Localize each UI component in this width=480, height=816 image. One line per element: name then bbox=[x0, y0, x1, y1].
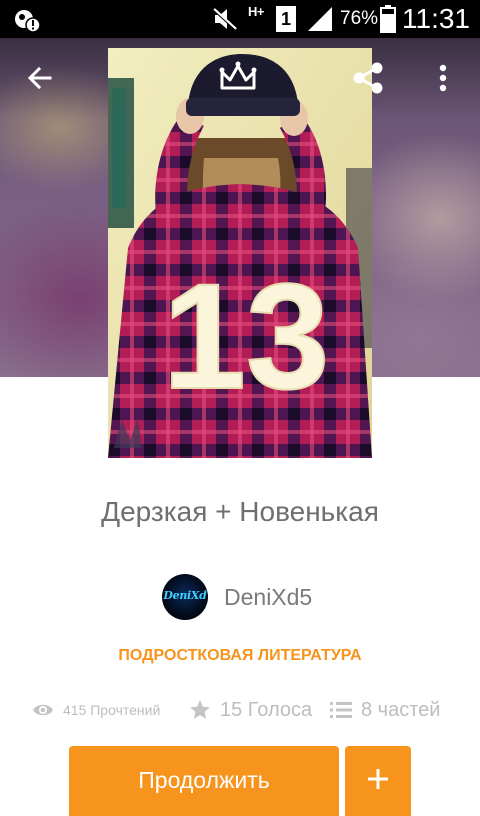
mute-icon bbox=[211, 6, 239, 32]
reads-count: 415 Прочтений bbox=[63, 702, 161, 718]
author-avatar-text: DeniXd bbox=[163, 589, 207, 602]
signal-icon bbox=[306, 6, 334, 32]
star-icon bbox=[189, 699, 211, 721]
list-icon bbox=[330, 701, 352, 719]
more-vertical-icon bbox=[439, 64, 447, 97]
parts-count: 8 частей bbox=[361, 698, 441, 721]
author-link[interactable]: DeniXd DeniXd5 bbox=[162, 574, 312, 620]
cover-jersey-number: 13 bbox=[163, 252, 330, 420]
clock: 11:31 bbox=[402, 3, 470, 34]
author-avatar[interactable]: DeniXd bbox=[162, 574, 208, 620]
story-cover-image: 13 bbox=[108, 48, 372, 458]
share-icon bbox=[350, 60, 386, 101]
more-options-button[interactable] bbox=[428, 60, 458, 100]
eye-icon bbox=[32, 702, 54, 718]
parts-stat: 8 частей bbox=[330, 694, 440, 726]
arrow-left-icon bbox=[26, 64, 54, 97]
votes-stat: 15 Голоса bbox=[189, 694, 312, 726]
story-category-link[interactable]: ПОДРОСТКОВАЯ ЛИТЕРАТУРА bbox=[0, 646, 480, 666]
network-type-label: H+ bbox=[248, 4, 264, 19]
battery-percent: 76% bbox=[340, 8, 379, 29]
continue-reading-button[interactable]: Продолжить bbox=[69, 746, 339, 816]
notification-icon bbox=[12, 5, 42, 33]
votes-count: 15 Голоса bbox=[220, 698, 313, 721]
battery-icon bbox=[380, 5, 396, 33]
plus-icon bbox=[366, 767, 390, 796]
add-to-library-button[interactable] bbox=[345, 746, 411, 816]
author-name[interactable]: DeniXd5 bbox=[224, 583, 312, 611]
reads-stat: 415 Прочтений bbox=[32, 694, 160, 726]
story-stats: 415 Прочтений 15 Голоса 8 частей bbox=[32, 694, 462, 726]
sim-badge: 1 bbox=[276, 6, 296, 32]
status-bar: H+ 1 76% 11:31 bbox=[0, 0, 480, 38]
story-title: Дерзкая + Новенькая bbox=[101, 496, 379, 527]
share-button[interactable] bbox=[348, 60, 388, 100]
back-button[interactable] bbox=[22, 62, 58, 98]
